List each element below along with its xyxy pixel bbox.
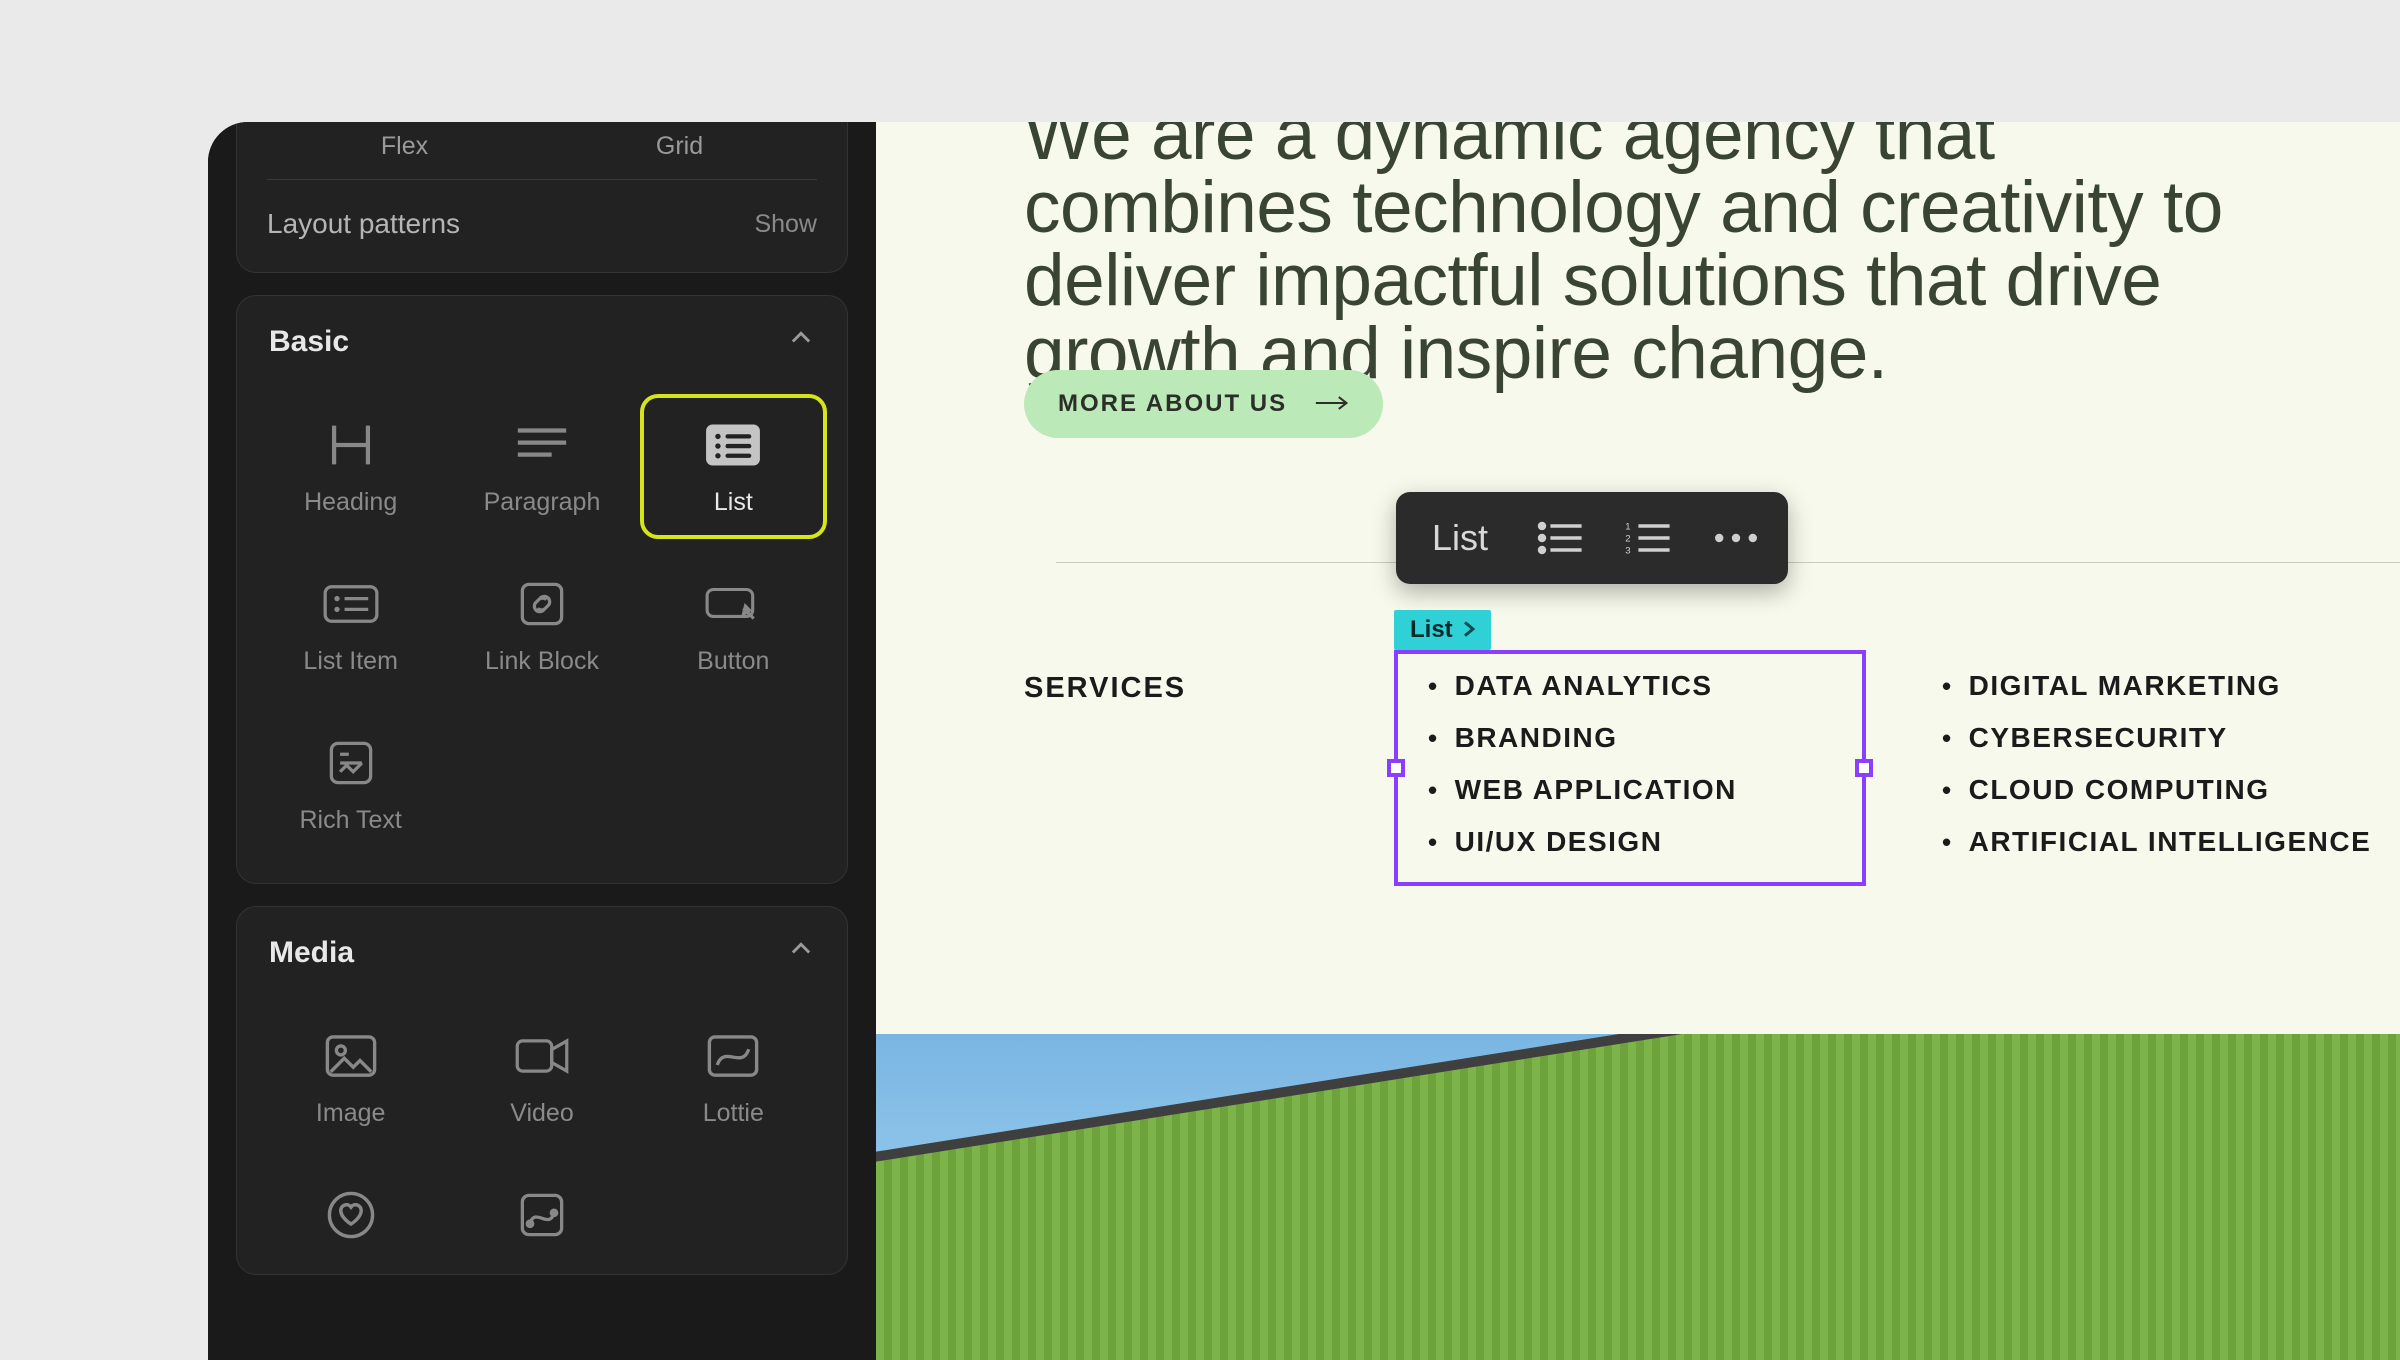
image-icon xyxy=(316,1027,386,1085)
unordered-list-button[interactable] xyxy=(1518,502,1602,574)
element-label: Heading xyxy=(304,488,397,517)
hero-image-placeholder xyxy=(876,1034,2400,1360)
list-item-text: UI/UX DESIGN xyxy=(1455,826,1663,858)
layout-options: Flex Grid xyxy=(237,122,847,179)
list-item[interactable]: DATA ANALYTICS xyxy=(1428,660,1886,712)
elements-sidebar: Flex Grid Layout patterns Show Basic xyxy=(208,122,876,1360)
chevron-right-icon xyxy=(1461,616,1477,644)
heading-icon xyxy=(316,416,386,474)
list-item-icon xyxy=(316,575,386,633)
resize-handle-left[interactable] xyxy=(1387,759,1405,777)
list-item[interactable]: DIGITAL MARKETING xyxy=(1942,660,2371,712)
chevron-up-icon xyxy=(787,935,815,971)
list-item-text: DATA ANALYTICS xyxy=(1455,670,1713,702)
cta-label: MORE ABOUT US xyxy=(1058,390,1287,418)
ordered-list-button[interactable]: 123 xyxy=(1606,502,1690,574)
media-panel-title: Media xyxy=(269,936,354,970)
basic-elements-grid: Heading Paragraph List xyxy=(237,388,847,883)
list-item-text: ARTIFICIAL INTELLIGENCE xyxy=(1969,826,2372,858)
list-item-text: WEB APPLICATION xyxy=(1455,774,1737,806)
element-image[interactable]: Image xyxy=(261,1009,440,1146)
element-label: Image xyxy=(316,1099,385,1128)
link-block-icon xyxy=(507,575,577,633)
element-video[interactable]: Video xyxy=(452,1009,631,1146)
chevron-up-icon xyxy=(787,324,815,360)
element-label: Paragraph xyxy=(484,488,601,517)
media-panel: Media Image Video xyxy=(236,906,848,1275)
toolbar-element-type[interactable]: List xyxy=(1406,503,1514,573)
services-list-1[interactable]: DATA ANALYTICS BRANDING WEB APPLICATION … xyxy=(1428,660,1886,868)
element-media-extra-2[interactable] xyxy=(452,1168,631,1244)
element-label: List xyxy=(714,488,753,517)
services-list-2[interactable]: DIGITAL MARKETING CYBERSECURITY CLOUD CO… xyxy=(1942,660,2371,868)
list-icon xyxy=(698,416,768,474)
basic-panel-title: Basic xyxy=(269,325,349,359)
element-label: Button xyxy=(697,647,769,676)
basic-panel: Basic Heading Paragraph xyxy=(236,295,848,884)
element-list-item[interactable]: List Item xyxy=(261,557,440,694)
app-window: Flex Grid Layout patterns Show Basic xyxy=(208,122,2400,1360)
element-paragraph[interactable]: Paragraph xyxy=(452,398,631,535)
video-icon xyxy=(507,1027,577,1085)
layout-patterns-row[interactable]: Layout patterns Show xyxy=(237,180,847,272)
list-item[interactable]: ARTIFICIAL INTELLIGENCE xyxy=(1942,816,2371,868)
element-rich-text[interactable]: Rich Text xyxy=(261,716,440,853)
layout-patterns-toggle[interactable]: Show xyxy=(754,210,817,239)
rich-text-icon xyxy=(316,734,386,792)
lottie-icon xyxy=(698,1027,768,1085)
hero-heading[interactable]: We are a dynamic agency that combines te… xyxy=(1024,122,2224,390)
list-item-text: CYBERSECURITY xyxy=(1969,722,2228,754)
button-icon xyxy=(698,575,768,633)
element-link-block[interactable]: Link Block xyxy=(452,557,631,694)
paragraph-icon xyxy=(507,416,577,474)
heart-icon xyxy=(316,1186,386,1244)
arrow-right-icon xyxy=(1315,390,1349,418)
list-item[interactable]: BRANDING xyxy=(1428,712,1886,764)
list-item-text: DIGITAL MARKETING xyxy=(1969,670,2281,702)
element-label: Link Block xyxy=(485,647,599,676)
selection-tag-label: List xyxy=(1410,616,1453,644)
basic-panel-header[interactable]: Basic xyxy=(237,296,847,388)
more-options-button[interactable] xyxy=(1694,502,1778,574)
layout-panel: Flex Grid Layout patterns Show xyxy=(236,122,848,273)
list-item[interactable]: WEB APPLICATION xyxy=(1428,764,1886,816)
element-label: Rich Text xyxy=(299,806,401,835)
element-context-toolbar[interactable]: List 123 xyxy=(1396,492,1788,584)
svg-text:1: 1 xyxy=(1625,522,1630,533)
element-label: List Item xyxy=(303,647,397,676)
element-button[interactable]: Button xyxy=(644,557,823,694)
layout-flex[interactable]: Flex xyxy=(267,132,542,161)
media-panel-header[interactable]: Media xyxy=(237,907,847,999)
layout-grid[interactable]: Grid xyxy=(542,132,817,161)
element-media-extra-1[interactable] xyxy=(261,1168,440,1244)
element-heading[interactable]: Heading xyxy=(261,398,440,535)
more-about-us-button[interactable]: MORE ABOUT US xyxy=(1024,370,1383,438)
layout-patterns-label: Layout patterns xyxy=(267,208,460,240)
list-item-text: BRANDING xyxy=(1455,722,1618,754)
element-lottie[interactable]: Lottie xyxy=(644,1009,823,1146)
list-item[interactable]: CYBERSECURITY xyxy=(1942,712,2371,764)
media-elements-grid: Image Video Lottie xyxy=(237,999,847,1274)
svg-text:3: 3 xyxy=(1625,546,1630,557)
spline-icon xyxy=(507,1186,577,1244)
list-item[interactable]: UI/UX DESIGN xyxy=(1428,816,1886,868)
building-window xyxy=(2130,1227,2250,1360)
selection-tag[interactable]: List xyxy=(1394,610,1491,650)
element-label: Lottie xyxy=(703,1099,764,1128)
svg-text:2: 2 xyxy=(1625,534,1630,545)
element-label: Video xyxy=(510,1099,574,1128)
list-item-text: CLOUD COMPUTING xyxy=(1969,774,2270,806)
element-list[interactable]: List xyxy=(644,398,823,535)
design-canvas[interactable]: We are a dynamic agency that combines te… xyxy=(876,122,2400,1360)
list-item[interactable]: CLOUD COMPUTING xyxy=(1942,764,2371,816)
services-heading[interactable]: SERVICES xyxy=(1024,672,1186,705)
